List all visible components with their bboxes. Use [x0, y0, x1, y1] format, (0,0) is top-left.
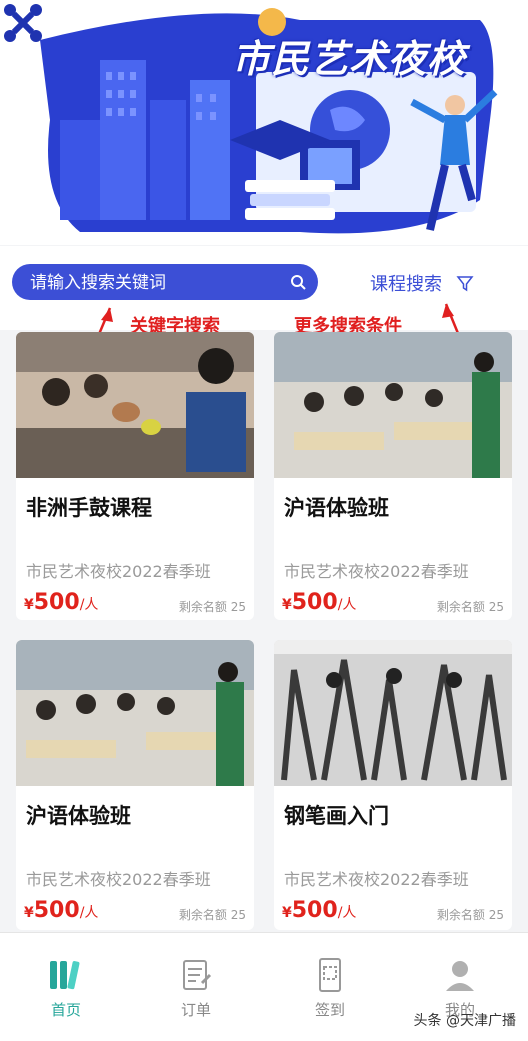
tab-home[interactable]: 首页 [26, 957, 106, 1020]
course-photo [16, 640, 254, 786]
course-card[interactable]: 非洲手鼓课程 市民艺术夜校2022春季班 ¥ 500 /人 剩余名额 25 [16, 332, 254, 620]
course-title: 沪语体验班 [284, 496, 389, 520]
tab-orders[interactable]: 订单 [156, 957, 236, 1020]
price-value: 500 [33, 590, 80, 615]
course-title: 沪语体验班 [26, 804, 131, 828]
course-subtitle: 市民艺术夜校2022春季班 [26, 870, 211, 889]
price-unit: /人 [79, 597, 99, 613]
tab-checkin[interactable]: 签到 [290, 957, 370, 1020]
logo-icon [4, 4, 42, 42]
filter-icon [456, 276, 474, 292]
tab-label: 签到 [314, 1001, 345, 1019]
course-price: ¥ 500 /人 [282, 898, 356, 923]
course-title: 钢笔画入门 [284, 804, 389, 828]
course-title: 非洲手鼓课程 [26, 496, 152, 520]
price-currency: ¥ [24, 905, 34, 921]
checkin-icon [319, 958, 341, 992]
profile-icon [446, 961, 474, 991]
remaining-seats: 剩余名额 25 [178, 600, 246, 614]
course-price: ¥ 500 /人 [282, 590, 356, 615]
search-row: 课程搜索 关键字搜索 更多搜索条件 [0, 246, 528, 337]
remaining-seats: 剩余名额 25 [436, 600, 504, 614]
course-subtitle: 市民艺术夜校2022春季班 [26, 562, 211, 581]
course-search-label: 课程搜索 [370, 274, 442, 295]
banner: 市民艺术夜校 [0, 0, 528, 245]
price-unit: /人 [79, 905, 99, 921]
price-currency: ¥ [24, 597, 34, 613]
course-price: ¥ 500 /人 [24, 898, 98, 923]
course-search-button[interactable]: 课程搜索 [370, 270, 474, 296]
home-books-icon [50, 961, 80, 990]
course-photo [16, 332, 254, 478]
remaining-seats: 剩余名额 25 [178, 908, 246, 922]
course-photo [274, 640, 512, 786]
price-value: 500 [291, 898, 338, 923]
remaining-seats: 剩余名额 25 [436, 908, 504, 922]
tab-label: 订单 [180, 1001, 211, 1019]
course-card[interactable]: 钢笔画入门 市民艺术夜校2022春季班 ¥ 500 /人 剩余名额 25 [274, 640, 512, 930]
price-currency: ¥ [282, 905, 292, 921]
price-unit: /人 [337, 905, 357, 921]
banner-title: 市民艺术夜校 [232, 37, 467, 81]
watermark: 头条 @天津广播 [413, 1013, 516, 1029]
course-card[interactable]: 沪语体验班 市民艺术夜校2022春季班 ¥ 500 /人 剩余名额 25 [16, 640, 254, 930]
search-icon[interactable] [290, 274, 306, 290]
course-price: ¥ 500 /人 [24, 590, 98, 615]
price-unit: /人 [337, 597, 357, 613]
price-value: 500 [33, 898, 80, 923]
course-card[interactable]: 沪语体验班 市民艺术夜校2022春季班 ¥ 500 /人 剩余名额 25 [274, 332, 512, 620]
price-value: 500 [291, 590, 338, 615]
order-icon [183, 960, 212, 990]
course-subtitle: 市民艺术夜校2022春季班 [284, 870, 469, 889]
course-photo [274, 332, 512, 478]
search-box[interactable] [12, 264, 318, 300]
tab-label: 首页 [50, 1001, 81, 1019]
search-input[interactable] [28, 270, 282, 296]
price-currency: ¥ [282, 597, 292, 613]
course-subtitle: 市民艺术夜校2022春季班 [284, 562, 469, 581]
